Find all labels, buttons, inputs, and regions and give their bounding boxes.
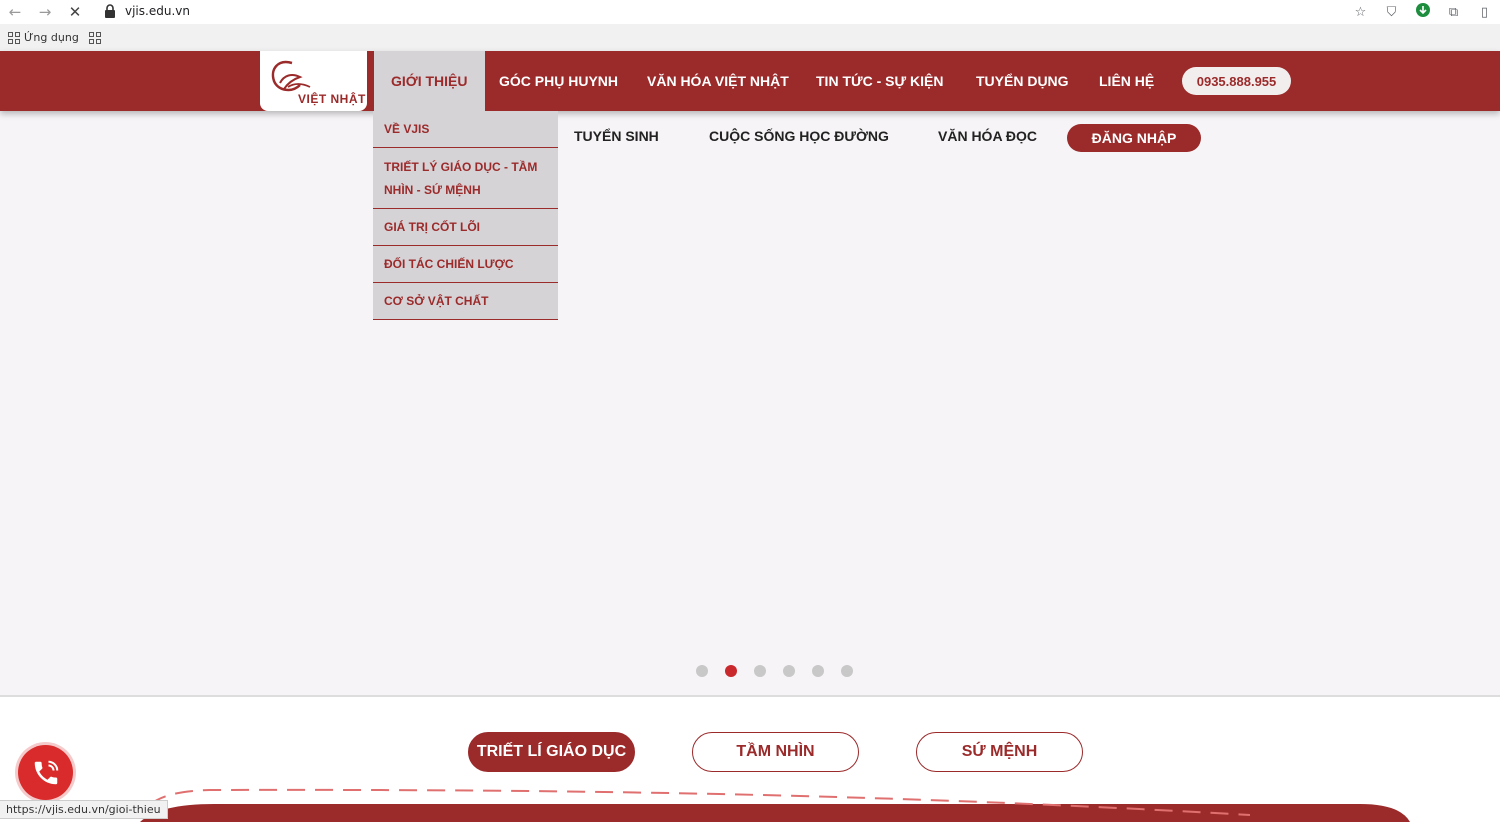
menu-tuyen-dung[interactable]: TUYỂN DỤNG bbox=[976, 51, 1069, 111]
dropdown-item-triet-ly[interactable]: TRIẾT LÝ GIÁO DỤC - TẦM NHÌN - SỨ MỆNH bbox=[373, 148, 558, 209]
submenu-tuyen-sinh[interactable]: TUYỂN SINH bbox=[574, 128, 659, 144]
apps-bookmark[interactable]: Ứng dụng bbox=[8, 31, 79, 44]
grid-icon bbox=[8, 31, 20, 44]
menu-gioi-thieu[interactable]: GIỚI THIỆU bbox=[374, 51, 485, 111]
call-button[interactable] bbox=[18, 745, 73, 800]
tab-su-menh[interactable]: SỨ MỆNH bbox=[916, 732, 1083, 772]
login-button[interactable]: ĐĂNG NHẬP bbox=[1067, 124, 1201, 152]
menu-lien-he[interactable]: LIÊN HỆ bbox=[1099, 51, 1154, 111]
site-logo[interactable]: VIỆT NHẬT bbox=[260, 51, 367, 111]
menu-tin-tuc-su-kien[interactable]: TIN TỨC - SỰ KIỆN bbox=[816, 51, 943, 111]
dropdown-item-co-so-vat-chat[interactable]: CƠ SỞ VẬT CHẤT bbox=[373, 283, 558, 320]
grid-icon[interactable] bbox=[88, 31, 101, 44]
status-bar-url: https://vjis.edu.vn/gioi-thieu bbox=[0, 800, 168, 819]
submenu-van-hoa-doc[interactable]: VĂN HÓA ĐỌC bbox=[938, 128, 1037, 144]
slider-dot[interactable] bbox=[783, 665, 795, 677]
slider-dot-active[interactable] bbox=[725, 665, 737, 677]
phone-number-button[interactable]: 0935.888.955 bbox=[1182, 67, 1291, 95]
shield-icon[interactable]: ⛉ bbox=[1376, 5, 1407, 20]
submenu-cuoc-song-hoc-duong[interactable]: CUỘC SỐNG HỌC ĐƯỜNG bbox=[709, 128, 889, 144]
address-bar[interactable]: vjis.edu.vn bbox=[125, 4, 190, 18]
slider-pagination bbox=[696, 665, 853, 677]
browser-toolbar: ← → ✕ vjis.edu.vn ☆ ⛉ ⧉ ▯ bbox=[0, 0, 1500, 24]
decorative-wave bbox=[140, 788, 1410, 822]
bookmarks-bar: Ứng dụng bbox=[0, 24, 1500, 51]
logo-text: VIỆT NHẬT bbox=[298, 92, 366, 106]
slider-dot[interactable] bbox=[754, 665, 766, 677]
stop-loading-icon[interactable]: ✕ bbox=[60, 0, 90, 24]
dropdown-item-gia-tri-cot-loi[interactable]: GIÁ TRỊ CỐT LÕI bbox=[373, 209, 558, 246]
tab-tam-nhin[interactable]: TẦM NHÌN bbox=[692, 732, 859, 772]
star-icon[interactable]: ☆ bbox=[1345, 5, 1376, 20]
tab-triet-li-giao-duc[interactable]: TRIẾT LÍ GIÁO DỤC bbox=[468, 732, 635, 772]
phone-icon bbox=[34, 760, 58, 784]
dropdown-item-ve-vjis[interactable]: VỀ VJIS bbox=[373, 111, 558, 148]
sidebar-icon[interactable]: ▯ bbox=[1469, 5, 1500, 20]
gioi-thieu-dropdown: VỀ VJIS TRIẾT LÝ GIÁO DỤC - TẦM NHÌN - S… bbox=[373, 111, 558, 320]
back-arrow-icon[interactable]: ← bbox=[0, 0, 30, 24]
menu-van-hoa-viet-nhat[interactable]: VĂN HÓA VIỆT NHẬT bbox=[647, 51, 789, 111]
slider-dot[interactable] bbox=[696, 665, 708, 677]
menu-goc-phu-huynh[interactable]: GÓC PHỤ HUYNH bbox=[499, 51, 618, 111]
puzzle-icon[interactable]: ⧉ bbox=[1438, 5, 1469, 20]
forward-arrow-icon[interactable]: → bbox=[30, 0, 60, 24]
dropdown-item-doi-tac[interactable]: ĐỐI TÁC CHIẾN LƯỢC bbox=[373, 246, 558, 283]
slider-dot[interactable] bbox=[812, 665, 824, 677]
download-icon[interactable] bbox=[1407, 3, 1438, 21]
slider-dot[interactable] bbox=[841, 665, 853, 677]
lock-icon[interactable] bbox=[104, 4, 116, 18]
